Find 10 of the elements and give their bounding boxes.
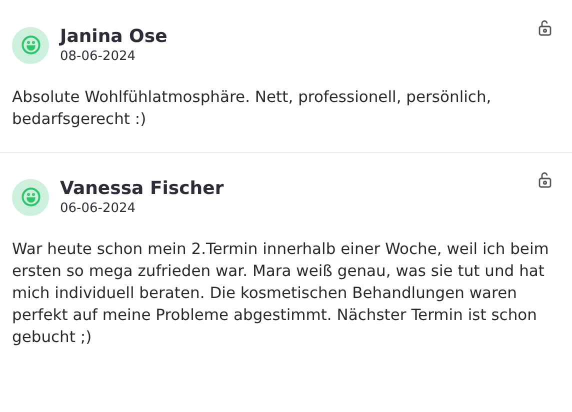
unlocked-padlock-icon[interactable] <box>538 20 552 36</box>
smiley-icon <box>20 187 40 207</box>
review-date: 06-06-2024 <box>60 201 137 216</box>
unlocked-padlock-icon[interactable] <box>538 172 552 188</box>
reviewer-name: Janina Ose <box>60 26 168 47</box>
reviewer-name: Vanessa Fischer <box>60 178 225 199</box>
smiley-icon <box>20 35 40 55</box>
review-text: War heute schon mein 2.Termin innerhalb einer Woche, weil ich beim ersten so mega zufrieden war. Mara weiß genau, was sie tut und hat mich individuell beraten. Die kosmetischen Behandlungen waren perfekt auf meine Probleme abgestimmt. Nächster Termin ist schon gebucht ;) <box>12 239 550 348</box>
review-date: 08-06-2024 <box>60 49 137 64</box>
review-text: Absolute Wohlfühlatmosphäre. Nett, professionell, persönlich, bedarfsgerecht :) <box>12 87 492 130</box>
